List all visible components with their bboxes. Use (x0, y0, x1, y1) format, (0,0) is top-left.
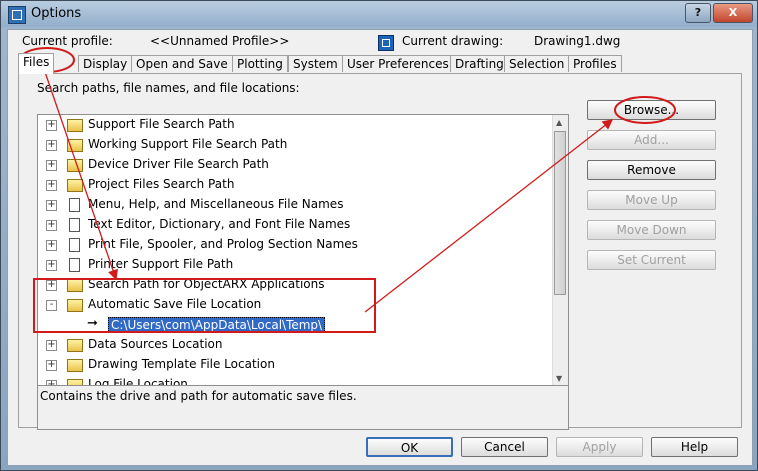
current-profile-label: Current profile: (22, 34, 113, 48)
remove-button[interactable]: Remove (587, 160, 716, 180)
tree-node-label: Menu, Help, and Miscellaneous File Names (88, 197, 344, 211)
current-drawing-label: Current drawing: (402, 34, 504, 48)
tree-node-printer-support-file-path[interactable]: + Printer Support File Path (38, 255, 553, 275)
dialog-client-area: Current profile: <<Unnamed Profile>> Cur… (7, 29, 753, 466)
tree-node-drawing-template-file-location[interactable]: + Drawing Template File Location (38, 355, 553, 375)
folder-icon (67, 159, 83, 172)
tree-node-data-sources-location[interactable]: + Data Sources Location (38, 335, 553, 355)
folder-icon (67, 139, 83, 152)
file-locations-tree[interactable]: + Support File Search Path + Working Sup… (37, 114, 569, 389)
arrow-icon: ➞ (87, 316, 98, 331)
expand-icon[interactable]: + (46, 340, 57, 351)
document-icon (69, 258, 80, 272)
tree-node-label: Automatic Save File Location (88, 297, 262, 311)
tree-node-menu-help-misc-file-names[interactable]: + Menu, Help, and Miscellaneous File Nam… (38, 195, 553, 215)
move-up-button[interactable]: Move Up (587, 190, 716, 210)
expand-icon[interactable]: + (46, 180, 57, 191)
tree-scrollbar[interactable]: ▲ ▼ (552, 115, 568, 388)
current-profile-value: <<Unnamed Profile>> (150, 34, 290, 48)
document-icon (69, 198, 80, 212)
tab-selection[interactable]: Selection (504, 55, 570, 72)
tree-node-print-file-spooler-prolog[interactable]: + Print File, Spooler, and Prolog Sectio… (38, 235, 553, 255)
tree-node-working-support-file-search-path[interactable]: + Working Support File Search Path (38, 135, 553, 155)
tree-node-label: Data Sources Location (88, 337, 223, 351)
tree-node-label: Device Driver File Search Path (88, 157, 269, 171)
description-text: Contains the drive and path for automati… (40, 389, 357, 403)
tree-node-text-editor-dictionary-font[interactable]: + Text Editor, Dictionary, and Font File… (38, 215, 553, 235)
tree-node-project-files-search-path[interactable]: + Project Files Search Path (38, 175, 553, 195)
tree-node-label: Text Editor, Dictionary, and Font File N… (88, 217, 351, 231)
expand-icon[interactable]: + (46, 220, 57, 231)
document-icon (69, 218, 80, 232)
tab-drafting[interactable]: Drafting (450, 55, 509, 72)
window-title: Options (31, 6, 82, 21)
tree-node-automatic-save-file-location[interactable]: - Automatic Save File Location (38, 295, 553, 315)
title-bar[interactable]: Options ? X (1, 1, 757, 27)
tree-node-label: Project Files Search Path (88, 177, 235, 191)
tree-node-support-file-search-path[interactable]: + Support File Search Path (38, 115, 553, 135)
tree-node-label: Working Support File Search Path (88, 137, 288, 151)
tree-node-label: Search Path for ObjectARX Applications (88, 277, 325, 291)
search-paths-caption: Search paths, file names, and file locat… (37, 81, 300, 95)
scrollbar-thumb[interactable] (554, 131, 566, 295)
tab-plotting[interactable]: Plotting (232, 55, 288, 72)
options-dialog: Options ? X Current profile: <<Unnamed P… (0, 0, 758, 471)
open-folder-icon (67, 299, 83, 312)
add-button[interactable]: Add... (587, 130, 716, 150)
current-drawing-value: Drawing1.dwg (534, 34, 621, 48)
tab-profiles[interactable]: Profiles (568, 55, 622, 72)
description-box: Contains the drive and path for automati… (37, 385, 569, 430)
browse-button[interactable]: Browse... (587, 100, 716, 120)
expand-icon[interactable]: + (46, 240, 57, 251)
document-icon (69, 238, 80, 252)
options-window-icon (8, 6, 26, 24)
folder-icon (67, 179, 83, 192)
collapse-icon[interactable]: - (46, 300, 57, 311)
tree-node-device-driver-file-search-path[interactable]: + Device Driver File Search Path (38, 155, 553, 175)
expand-icon[interactable]: + (46, 280, 57, 291)
tab-open-and-save[interactable]: Open and Save (131, 55, 233, 72)
tree-node-label: Support File Search Path (88, 117, 235, 131)
tree-node-objectarx-search-path[interactable]: + Search Path for ObjectARX Applications (38, 275, 553, 295)
files-tab-panel: Search paths, file names, and file locat… (18, 73, 742, 430)
expand-icon[interactable]: + (46, 260, 57, 271)
tree-node-autosave-path[interactable]: ➞ C:\Users\com\AppData\Local\Temp\ (38, 315, 553, 335)
tab-user-preferences[interactable]: User Preferences (342, 55, 454, 72)
folder-icon (67, 279, 83, 292)
tab-display[interactable]: Display (78, 55, 133, 72)
tree-node-label: Print File, Spooler, and Prolog Section … (88, 237, 358, 251)
ok-button[interactable]: OK (366, 437, 453, 457)
scroll-down-arrow-icon[interactable]: ▼ (556, 374, 562, 383)
tree-node-label: Printer Support File Path (88, 257, 234, 271)
drawing-icon (378, 35, 394, 51)
folder-icon (67, 339, 83, 352)
set-current-button[interactable]: Set Current (587, 250, 716, 270)
scroll-up-arrow-icon[interactable]: ▲ (556, 118, 562, 127)
apply-button[interactable]: Apply (556, 437, 643, 457)
tree-node-label: Drawing Template File Location (88, 357, 275, 371)
help-title-button[interactable]: ? (685, 3, 711, 23)
tab-system[interactable]: System (288, 55, 343, 72)
cancel-button[interactable]: Cancel (461, 437, 548, 457)
expand-icon[interactable]: + (46, 360, 57, 371)
tab-strip: Files Display Open and Save Plotting Sys… (18, 53, 718, 74)
folder-icon (67, 359, 83, 372)
expand-icon[interactable]: + (46, 160, 57, 171)
help-button[interactable]: Help (651, 437, 738, 457)
expand-icon[interactable]: + (46, 140, 57, 151)
tab-files[interactable]: Files (18, 53, 55, 74)
folder-icon (67, 119, 83, 132)
autosave-path-value[interactable]: C:\Users\com\AppData\Local\Temp\ (108, 317, 326, 333)
expand-icon[interactable]: + (46, 120, 57, 131)
expand-icon[interactable]: + (46, 200, 57, 211)
close-button[interactable]: X (713, 3, 753, 23)
move-down-button[interactable]: Move Down (587, 220, 716, 240)
